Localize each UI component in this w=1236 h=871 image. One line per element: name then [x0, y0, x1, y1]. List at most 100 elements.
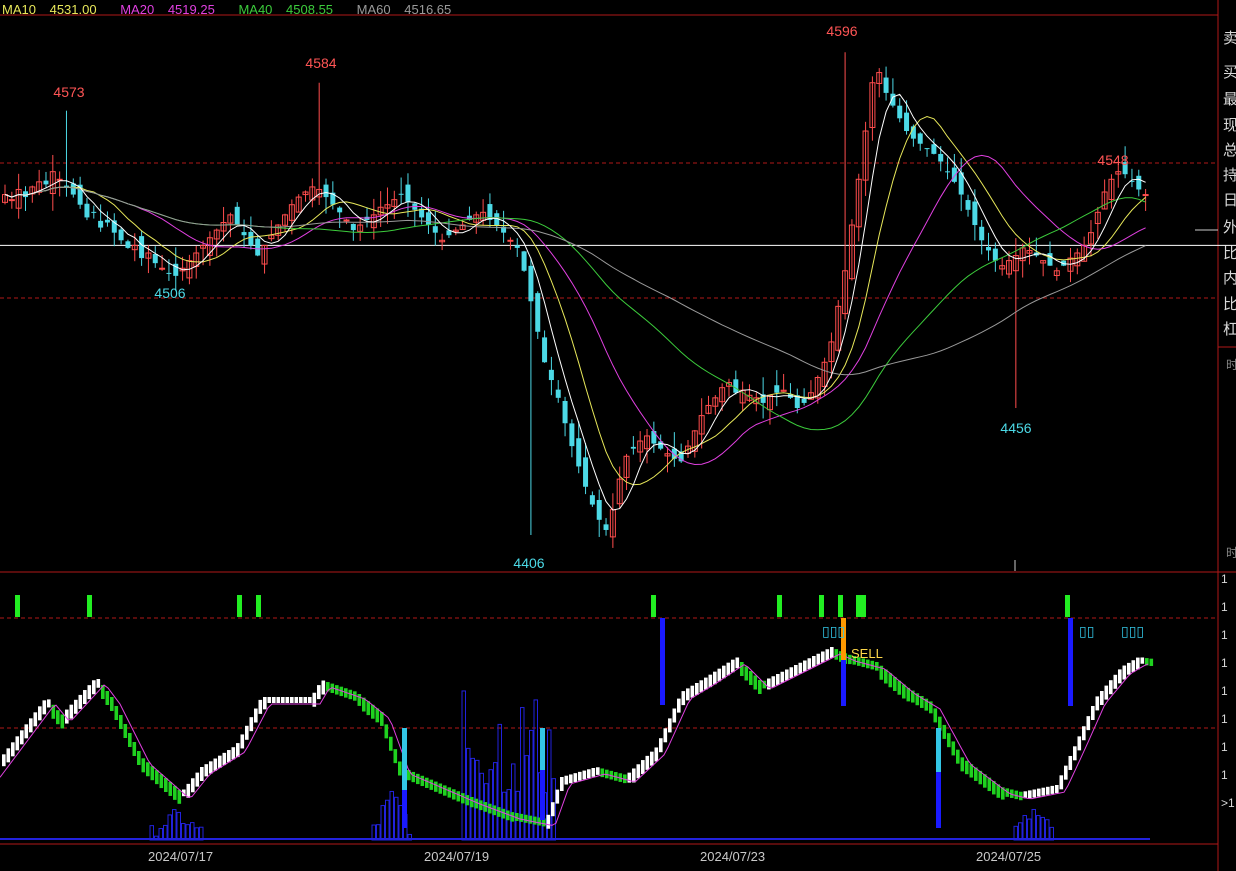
oscillator-bar	[6, 748, 11, 763]
oscillator-bar	[222, 752, 227, 766]
oscillator-bar	[236, 743, 240, 758]
oscillator-bar	[519, 813, 524, 822]
oscillator-bar	[753, 675, 758, 690]
oscillator-bar	[830, 647, 834, 658]
volume-bar	[1031, 808, 1036, 841]
signal-spike	[660, 618, 665, 705]
oscillator-bar	[636, 764, 641, 779]
oscillator-bar	[177, 789, 182, 804]
x-axis-label: 2024/07/23	[700, 849, 766, 864]
quote-field-ratio-1[interactable]: 比	[1223, 245, 1236, 261]
quote-field-daily[interactable]: 日	[1223, 192, 1236, 208]
oscillator-bar	[960, 757, 965, 772]
oscillator-bar	[474, 798, 479, 809]
candle-body	[904, 112, 910, 132]
oscillator-bar	[83, 690, 87, 705]
oscillator-bar	[42, 700, 47, 715]
oscillator-bar	[654, 747, 659, 762]
volume-bar	[524, 755, 529, 841]
candle-body	[583, 457, 589, 487]
oscillator-bar	[258, 699, 263, 714]
oscillator-bar	[384, 724, 389, 739]
oscillator-bar	[24, 724, 29, 739]
oscillator-bar	[465, 795, 470, 806]
oscillator-bar	[321, 680, 326, 695]
oscillator-bar	[92, 680, 96, 695]
oscillator-bar	[1059, 775, 1064, 790]
oscillator-bar	[308, 697, 312, 703]
candle-body	[924, 148, 930, 150]
oscillator-bar	[1127, 662, 1131, 675]
osc-tick: >1	[1221, 796, 1235, 810]
oscillator-bar	[573, 773, 578, 782]
oscillator-bar	[555, 789, 560, 804]
oscillator-bar	[420, 775, 425, 787]
signal-box-glyphs: ▯▯▯	[1121, 624, 1144, 640]
oscillator-bar	[249, 717, 254, 732]
oscillator-bar	[159, 774, 164, 789]
volume-bar	[1022, 815, 1027, 841]
oscillator-bar	[893, 677, 897, 691]
quote-field-latest[interactable]: 最	[1223, 91, 1236, 107]
oscillator-bar	[740, 662, 744, 676]
oscillator-bar	[443, 785, 447, 796]
price-extreme-label: 4596	[826, 23, 857, 39]
quote-field-position[interactable]: 持	[1223, 167, 1236, 183]
candle-body	[234, 206, 240, 226]
candle-body	[166, 272, 172, 274]
oscillator-bar	[735, 657, 740, 669]
oscillator-bar	[164, 778, 168, 792]
oscillator-bar	[803, 660, 807, 672]
oscillator-bar	[200, 767, 204, 781]
candle-body	[883, 77, 889, 93]
osc-tick: 1	[1221, 656, 1228, 670]
oscillator-bar	[33, 712, 38, 727]
quote-field-ratio-2[interactable]: 比	[1223, 296, 1236, 312]
volume-bar	[511, 763, 516, 841]
candle-body	[405, 184, 411, 203]
quote-field-total[interactable]: 总	[1223, 142, 1236, 158]
oscillator-bar	[303, 697, 308, 703]
signal-box-glyphs: ▯▯▯	[822, 624, 845, 640]
oscillator-bar	[29, 718, 33, 733]
buy-signal-marker	[838, 595, 843, 617]
oscillator-bar	[834, 649, 839, 660]
x-axis-label: 2024/07/19	[424, 849, 490, 864]
oscillator-bar	[884, 669, 888, 684]
oscillator-bar	[713, 671, 717, 685]
volume-bar	[385, 799, 390, 841]
oscillator-bar	[240, 734, 245, 749]
oscillator-bar	[1068, 755, 1073, 770]
oscillator-bar	[569, 774, 573, 784]
candle-body	[562, 400, 568, 424]
oscillator-bar	[267, 697, 272, 703]
oscillator-bar	[137, 751, 141, 765]
oscillator-bar	[776, 674, 780, 685]
candle-body	[528, 265, 534, 302]
volume-bar	[461, 690, 466, 841]
oscillator-bar	[38, 706, 42, 721]
volume-bar	[176, 811, 181, 841]
volume-bar	[398, 805, 403, 841]
oscillator-bar	[1109, 680, 1113, 695]
candle-body	[972, 201, 978, 226]
oscillator-bar	[731, 659, 735, 673]
oscillator-bar	[812, 656, 816, 667]
quote-field-inner[interactable]: 内	[1223, 270, 1236, 286]
oscillator-signal-line	[0, 653, 1149, 826]
oscillator-bar	[447, 787, 452, 798]
quote-field-buy[interactable]: 买	[1223, 64, 1236, 80]
oscillator-bar	[1050, 785, 1055, 794]
quote-field-outer[interactable]: 外	[1223, 219, 1236, 235]
quote-field-sell[interactable]: 卖	[1223, 30, 1236, 46]
volume-bar	[380, 805, 385, 841]
price-extreme-label: 4506	[154, 285, 185, 301]
candle-body	[56, 178, 63, 181]
quote-field-leverage[interactable]: 杠	[1223, 321, 1236, 337]
time-label-1: 时	[1226, 358, 1236, 372]
oscillator-bar	[1086, 716, 1091, 731]
volume-bar	[167, 814, 172, 841]
candle-body	[8, 199, 15, 202]
kline-chart[interactable]: 4573458445964548450644064456SELL▯▯▯ ▯▯ ▯▯▯	[0, 0, 1236, 871]
quote-field-current[interactable]: 现	[1223, 117, 1236, 133]
